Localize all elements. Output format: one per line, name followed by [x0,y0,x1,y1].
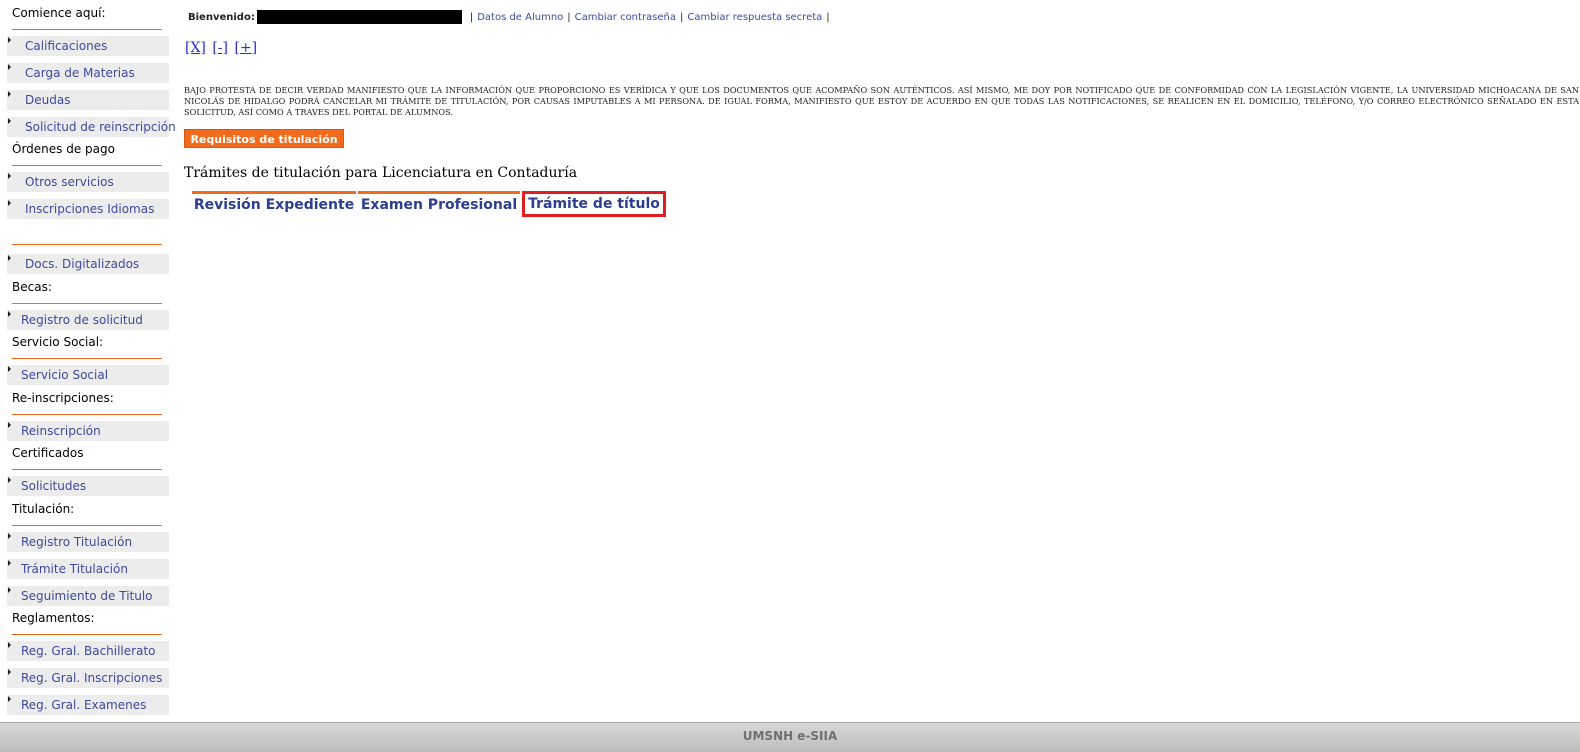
sidebar-item-reg-examenes[interactable]: Reg. Gral. Examenes [7,695,169,715]
sidebar-header-reglamentos: Reglamentos: [12,611,162,635]
sidebar-item-carga-materias[interactable]: Carga de Materias [7,63,169,83]
redacted-username [256,10,462,24]
caret-right-icon [8,91,11,97]
sidebar-item-label: Reg. Gral. Inscripciones [21,671,163,685]
sidebar-item-registro-solicitud[interactable]: Registro de solicitud [7,310,169,330]
zoom-reset-link[interactable]: [X] [185,40,206,56]
separator: | [469,11,474,23]
sidebar-item-reinscripcion[interactable]: Reinscripción [7,421,169,441]
caret-right-icon [8,173,11,179]
requisitos-titulacion-button[interactable]: Requisitos de titulación [184,129,344,148]
caret-right-icon [8,255,11,261]
caret-right-icon [8,642,11,648]
caret-right-icon [8,587,11,593]
sidebar-item-label: Solicitudes [21,479,87,493]
sidebar-item-label: Solicitud de reinscripción [25,120,176,134]
separator: | [680,11,684,23]
sidebar-item-label: Docs. Digitalizados [25,257,140,271]
caret-right-icon [8,118,11,124]
tab-revision-expediente[interactable]: Revisión Expediente [192,191,356,217]
sidebar-item-label: Deudas [25,93,71,107]
sidebar-header-empty [12,221,162,245]
sidebar-header-start: Comience aquí: [12,6,162,30]
caret-right-icon [8,422,11,428]
sidebar-item-calificaciones[interactable]: Calificaciones [7,36,169,56]
sidebar-header-certificados: Certificados [12,446,162,470]
caret-right-icon [8,477,11,483]
sidebar-header-ordenes-pago: Órdenes de pago [12,142,162,166]
sidebar-item-registro-titulacion[interactable]: Registro Titulación [7,532,169,552]
sidebar-item-label: Otros servicios [25,175,114,189]
zoom-out-link[interactable]: [-] [212,40,228,56]
caret-right-icon [8,560,11,566]
page: Comience aquí: Calificaciones Carga de M… [0,0,1580,752]
sidebar-item-label: Inscripciones Idiomas [25,202,155,216]
caret-right-icon [8,696,11,702]
sidebar-header-becas: Becas: [12,280,162,304]
sidebar-item-reg-inscripciones[interactable]: Reg. Gral. Inscripciones [7,668,169,688]
sidebar-item-label: Reg. Gral. Bachillerato [21,644,156,658]
sidebar-item-label: Reg. Gral. Examenes [21,698,147,712]
sidebar-item-label: Registro de solicitud [21,313,143,327]
caret-right-icon [8,200,11,206]
sidebar-item-label: Registro Titulación [21,535,133,549]
sidebar-item-tramite-titulacion[interactable]: Trámite Titulación [7,559,169,579]
zoom-controls: [X] [-] [+] [185,40,259,56]
sidebar-item-label: Seguimiento de Titulo [21,589,153,603]
sidebar-item-reg-bachillerato[interactable]: Reg. Gral. Bachillerato [7,641,169,661]
tab-tramite-titulo[interactable]: Trámite de título [522,191,666,217]
separator: | [826,11,830,23]
sidebar-header-reinscripciones: Re-inscripciones: [12,391,162,415]
sidebar-header-servicio-social: Servicio Social: [12,335,162,359]
sidebar-item-solicitud-reinscripcion[interactable]: Solicitud de reinscripción [7,117,176,137]
user-toolbar: Bienvenido: | Datos de Alumno | Cambiar … [188,10,834,24]
caret-right-icon [8,669,11,675]
welcome-label: Bienvenido: [188,11,255,23]
sidebar-header-titulacion: Titulación: [12,502,162,526]
sidebar-item-inscripciones-idiomas[interactable]: Inscripciones Idiomas [7,199,169,219]
sidebar-item-label: Carga de Materias [25,66,135,80]
sidebar-item-solicitudes[interactable]: Solicitudes [7,476,169,496]
sidebar-item-deudas[interactable]: Deudas [7,90,169,110]
sidebar-item-label: Servicio Social [21,368,109,382]
caret-right-icon [8,37,11,43]
legal-disclaimer: BAJO PROTESTA DE DECIR VERDAD MANIFIESTO… [184,85,1579,117]
sidebar-item-label: Reinscripción [21,424,101,438]
sidebar-item-label: Calificaciones [25,39,108,53]
caret-right-icon [8,533,11,539]
datos-alumno-link[interactable]: Datos de Alumno [477,12,563,23]
sidebar-item-servicio-social[interactable]: Servicio Social [7,365,169,385]
tab-examen-profesional[interactable]: Examen Profesional [358,191,520,217]
separator: | [567,11,571,23]
sidebar-item-otros-servicios[interactable]: Otros servicios [7,172,169,192]
sidebar-item-docs-digitalizados[interactable]: Docs. Digitalizados [7,254,169,274]
sidebar-item-seguimiento-titulo[interactable]: Seguimiento de Titulo [7,586,169,606]
caret-right-icon [8,311,11,317]
cambiar-respuesta-link[interactable]: Cambiar respuesta secreta [687,12,822,23]
footer-bar: UMSNH e-SIIA [0,722,1580,752]
cambiar-contrasena-link[interactable]: Cambiar contraseña [575,12,676,23]
page-title: Trámites de titulación para Licenciatura… [184,165,578,181]
sidebar-item-label: Trámite Titulación [21,562,128,576]
caret-right-icon [8,366,11,372]
caret-right-icon [8,64,11,70]
zoom-in-link[interactable]: [+] [234,40,257,56]
